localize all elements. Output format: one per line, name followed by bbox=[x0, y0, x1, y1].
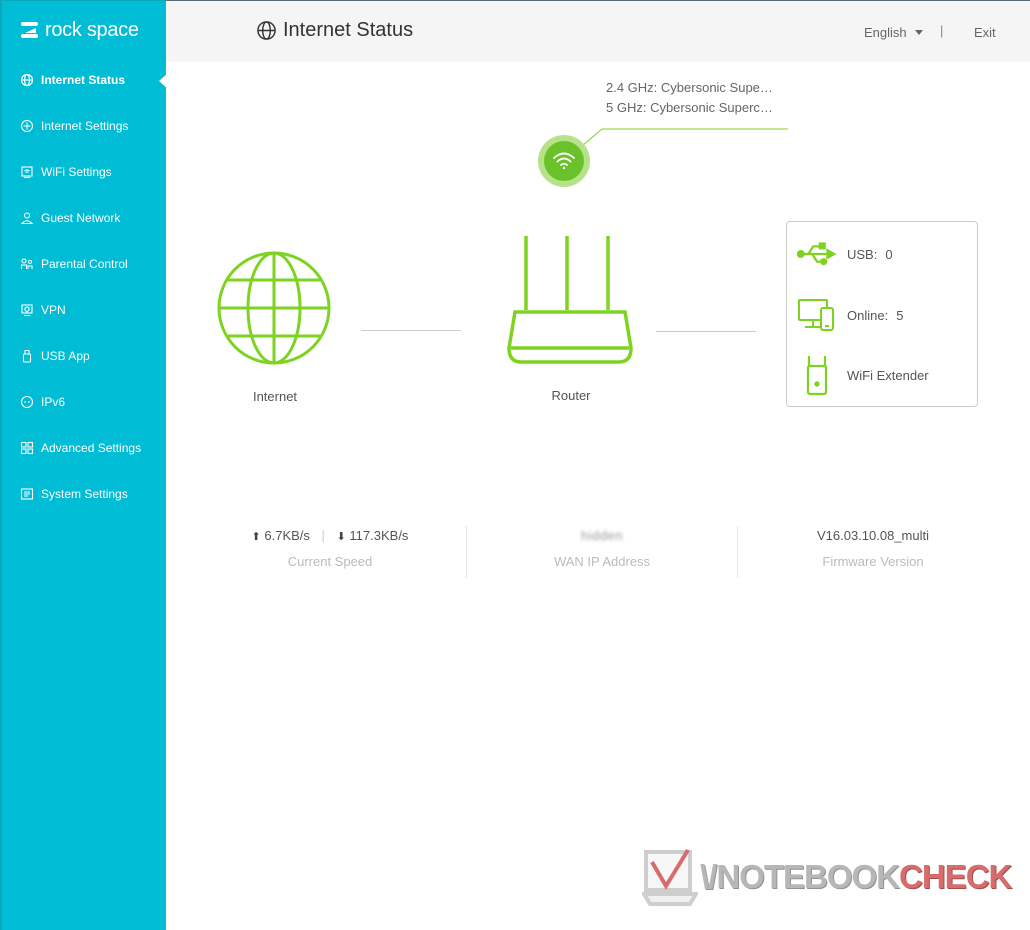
brand-name: rock space bbox=[45, 18, 139, 41]
current-speed: ⬆ 6.7KB/s | ⬇ 117.3KB/s Current Speed bbox=[195, 526, 465, 578]
speed-divider: | bbox=[321, 528, 325, 543]
download-arrow-icon: ⬇ bbox=[336, 531, 346, 543]
online-label: Online: bbox=[847, 307, 889, 323]
upload-arrow-icon: ⬆ bbox=[251, 531, 261, 543]
sidebar-item-parental-control[interactable]: Parental Control bbox=[2, 241, 168, 287]
internet-settings-icon bbox=[20, 119, 34, 133]
connection-line bbox=[361, 330, 461, 331]
sidebar: rock space Internet Status Internet Sett… bbox=[0, 0, 169, 930]
download-speed: 117.3KB/s bbox=[349, 528, 409, 543]
router-label: Router bbox=[551, 388, 591, 403]
sidebar-item-label: WiFi Settings bbox=[41, 165, 112, 179]
globe-icon bbox=[20, 73, 34, 87]
sidebar-item-usb-app[interactable]: USB App bbox=[2, 333, 168, 379]
guest-icon bbox=[20, 211, 34, 225]
wifi-extender-icon bbox=[797, 354, 837, 396]
sidebar-item-system-settings[interactable]: System Settings bbox=[2, 471, 168, 517]
ssid-5g: 5 GHz: Cybersonic Superc… bbox=[606, 100, 773, 115]
page-title: Internet Status bbox=[256, 19, 413, 42]
wifi-button[interactable] bbox=[538, 135, 590, 187]
page-title-text: Internet Status bbox=[283, 19, 414, 41]
sidebar-item-internet-status[interactable]: Internet Status bbox=[2, 57, 169, 103]
parental-icon bbox=[20, 257, 34, 271]
wifi-settings-icon bbox=[20, 165, 34, 179]
sidebar-item-label: Advanced Settings bbox=[41, 441, 142, 455]
header-separator: | bbox=[940, 23, 944, 38]
internet-label: Internet bbox=[252, 389, 298, 404]
sidebar-item-label: Guest Network bbox=[41, 211, 121, 225]
router-icon[interactable] bbox=[505, 234, 635, 368]
sidebar-item-internet-settings[interactable]: Internet Settings bbox=[2, 103, 168, 149]
top-header: Internet Status English | Exit bbox=[166, 0, 1030, 62]
sidebar-item-label: Internet Settings bbox=[41, 119, 129, 133]
watermark-laptop-icon bbox=[642, 848, 698, 906]
watermark-text: \/NOTEBOOKCHECK bbox=[700, 858, 1012, 895]
rock-space-logo-icon bbox=[21, 22, 38, 38]
internet-globe-icon[interactable] bbox=[216, 250, 332, 366]
sidebar-nav: Internet Status Internet Settings WiFi S… bbox=[2, 57, 169, 517]
online-status[interactable]: Online: 5 bbox=[797, 296, 903, 334]
current-speed-caption: Current Speed bbox=[287, 554, 373, 569]
sidebar-item-label: Internet Status bbox=[41, 73, 126, 87]
usb-label: USB: bbox=[847, 246, 878, 262]
wan-ip: hidden WAN IP Address bbox=[466, 526, 737, 578]
devices-panel: USB: 0 Online: 5 WiFi Extender bbox=[786, 221, 978, 407]
usb-icon bbox=[20, 349, 34, 363]
exit-link[interactable]: Exit bbox=[974, 25, 996, 40]
firmware-caption: Firmware Version bbox=[822, 554, 924, 569]
sidebar-item-guest-network[interactable]: Guest Network bbox=[2, 195, 168, 241]
devices-icon bbox=[797, 298, 837, 332]
globe-icon bbox=[257, 21, 276, 40]
advanced-icon bbox=[20, 441, 34, 455]
brand-logo[interactable]: rock space bbox=[19, 15, 139, 45]
language-select[interactable]: English bbox=[864, 25, 923, 40]
notebookcheck-watermark: \/NOTEBOOKCHECK bbox=[642, 846, 1012, 908]
usb-count: 0 bbox=[885, 246, 893, 262]
ipv6-icon bbox=[20, 395, 34, 409]
sidebar-item-vpn[interactable]: VPN bbox=[2, 287, 168, 333]
sidebar-item-ipv6[interactable]: IPv6 bbox=[2, 379, 168, 425]
usb-status[interactable]: USB: 0 bbox=[797, 236, 893, 272]
wan-ip-value-redacted: hidden bbox=[580, 528, 624, 543]
sidebar-item-label: Parental Control bbox=[41, 257, 128, 271]
ssid-2g: 2.4 GHz: Cybersonic Supe… bbox=[606, 80, 773, 95]
sidebar-item-label: System Settings bbox=[41, 487, 128, 501]
sidebar-item-wifi-settings[interactable]: WiFi Settings bbox=[2, 149, 168, 195]
sidebar-item-advanced-settings[interactable]: Advanced Settings bbox=[2, 425, 168, 471]
upload-speed: 6.7KB/s bbox=[264, 528, 310, 543]
usb-icon bbox=[797, 241, 837, 267]
vpn-icon bbox=[20, 303, 34, 317]
system-icon bbox=[20, 487, 34, 501]
connection-line bbox=[656, 331, 756, 332]
sidebar-item-label: IPv6 bbox=[41, 395, 66, 409]
wifi-extender[interactable]: WiFi Extender bbox=[797, 354, 929, 396]
wan-ip-caption: WAN IP Address bbox=[553, 554, 651, 569]
language-label: English bbox=[864, 25, 907, 40]
sidebar-item-label: VPN bbox=[41, 303, 66, 317]
firmware-value: V16.03.10.08_multi bbox=[816, 528, 930, 543]
extender-label: WiFi Extender bbox=[847, 367, 929, 383]
chevron-down-icon bbox=[914, 30, 923, 35]
wifi-icon bbox=[544, 141, 584, 181]
firmware-version: V16.03.10.08_multi Firmware Version bbox=[737, 526, 1008, 578]
online-count: 5 bbox=[896, 307, 904, 323]
wifi-leader-line bbox=[581, 128, 788, 147]
sidebar-item-label: USB App bbox=[41, 349, 90, 363]
